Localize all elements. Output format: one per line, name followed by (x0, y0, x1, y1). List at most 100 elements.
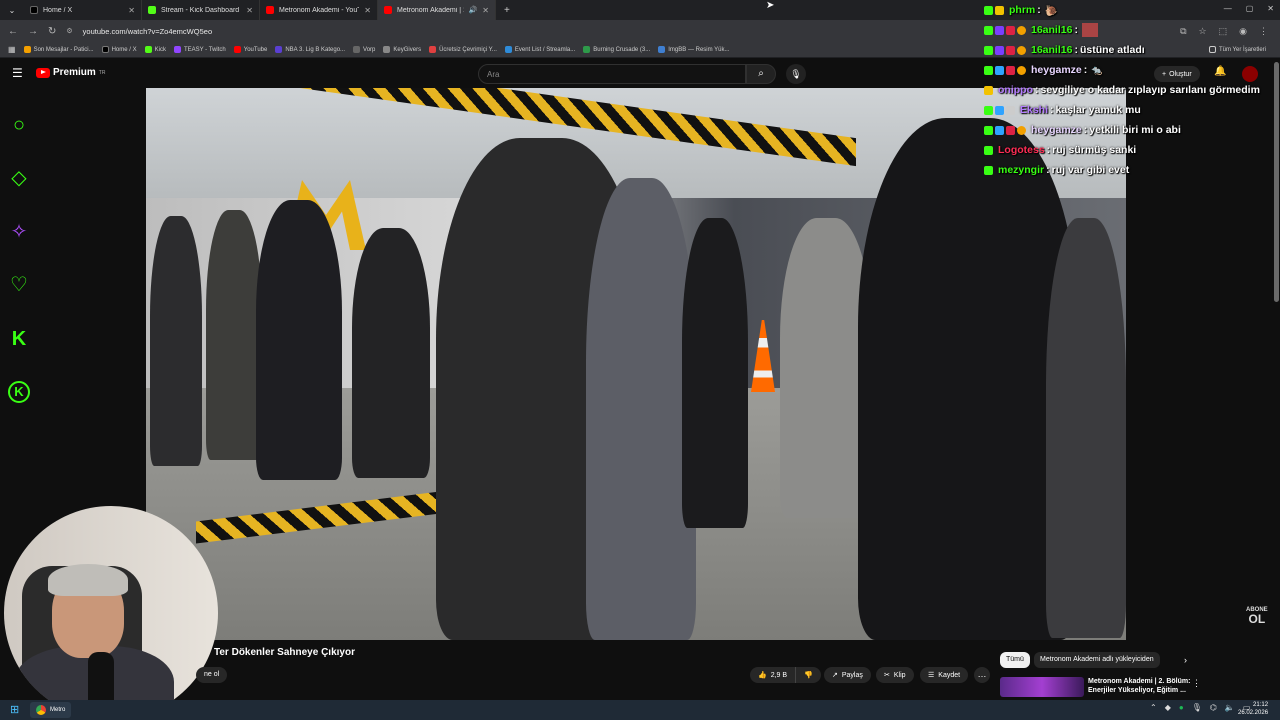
bookmark-favicon-icon (144, 46, 152, 53)
apps-grid-icon[interactable]: ▦ (8, 45, 16, 54)
save-button[interactable]: ☰ Kaydet (920, 667, 969, 683)
coin-badge-icon (1017, 25, 1026, 35)
recommended-video-title[interactable]: Metronom Akademi | 2. Bölüm: Enerjiler Y… (1088, 677, 1192, 695)
profile-icon[interactable]: ◉ (1239, 26, 1247, 37)
scissors-icon: ✂ (884, 672, 890, 679)
chat-colon: : (1046, 144, 1051, 156)
more-actions-icon[interactable]: … (974, 667, 990, 683)
network-icon[interactable]: ⌬ (1210, 703, 1217, 712)
bookmark-favicon-icon (275, 46, 283, 53)
video-person (858, 118, 1078, 640)
close-icon[interactable]: ✕ (246, 6, 253, 15)
chat-username: heygamze (1031, 124, 1082, 136)
bookmark-item[interactable]: Event List / Streamla... (504, 46, 575, 53)
sub-badge-icon (984, 85, 993, 95)
bookmark-favicon-icon (658, 46, 666, 53)
reload-icon[interactable]: ↻ (48, 26, 56, 37)
chat-colon: : (1083, 64, 1088, 76)
bookmark-item[interactable]: NBA 3. Lig B Katego... (275, 46, 345, 53)
clip-button[interactable]: ✂ Klip (876, 667, 914, 683)
subscribe-watermark[interactable]: ABONE OL (1246, 607, 1268, 625)
spotify-icon[interactable]: ● (1179, 703, 1184, 712)
video-player[interactable] (146, 88, 1126, 640)
mic-tray-icon[interactable]: 🎙 (1192, 703, 1202, 712)
bookmark-item[interactable]: Vorp (353, 46, 375, 53)
tray-app-icon[interactable]: ◆ (1165, 703, 1171, 712)
subscribe-button[interactable]: ne ol (196, 667, 228, 683)
page-scrollbar[interactable] (1274, 62, 1279, 302)
chip-uploader[interactable]: Metronom Akademi adlı yükleyiciden (1034, 652, 1160, 668)
bookmark-item[interactable]: Burning Crusade (3... (583, 46, 650, 53)
chevron-right-icon[interactable]: › (1184, 655, 1187, 665)
youtube-premium-logo[interactable]: Premium TR (36, 67, 105, 78)
taskbar-clock[interactable]: 21:12 26.02.2026 (1238, 701, 1268, 717)
bookmark-item[interactable]: ImgBB — Resim Yük... (658, 46, 730, 53)
chip-all[interactable]: Tümü (1000, 652, 1030, 668)
chat-username: onippo (998, 84, 1033, 96)
audio-icon[interactable]: 🔊 (469, 6, 478, 14)
volume-icon[interactable]: 🔈 (1225, 703, 1235, 712)
url-field[interactable]: youtube.com/watch?v=Zo4emcWQ5eo (83, 27, 983, 36)
bookmark-item[interactable]: Home / X (101, 46, 137, 53)
mod-badge-icon (1006, 105, 1015, 115)
bookmark-item[interactable]: KeyGivers (383, 46, 421, 53)
coin-badge-icon (1017, 125, 1026, 135)
recommended-video-thumbnail[interactable] (1000, 677, 1084, 697)
search-input[interactable]: Ara (478, 64, 746, 84)
tab-youtube-video[interactable]: Metronom Akademi | 1. Bö 🔊 ✕ (378, 0, 496, 20)
tray-chevron-icon[interactable]: ⌃ (1150, 703, 1157, 712)
back-icon[interactable]: ← (8, 26, 18, 37)
close-icon[interactable]: ✕ (364, 6, 371, 15)
dislike-button[interactable]: 👎 (795, 667, 821, 683)
diamond-icon: ◇ (11, 167, 27, 189)
bookmark-item[interactable]: Ücretsiz Çevrimiçi Y... (429, 46, 497, 53)
site-info-icon[interactable]: ⚙ (66, 27, 72, 35)
chat-message: phrm: 🐌 (984, 0, 1058, 20)
bookmark-favicon-icon (23, 46, 31, 53)
close-icon[interactable]: ✕ (482, 6, 489, 15)
bookmark-favicon-icon (429, 46, 437, 53)
chat-message: Ekshi: kaşlar yamuk mu (984, 100, 1141, 120)
windows-start-icon[interactable]: ⊞ (10, 703, 19, 716)
tab-search-icon[interactable]: ⌄ (0, 6, 24, 15)
close-icon[interactable]: ✕ (128, 6, 135, 15)
hamburger-menu-icon[interactable]: ☰ (12, 66, 23, 80)
tab-kick-dashboard[interactable]: Stream - Kick Dashboard ✕ (142, 0, 260, 20)
all-bookmarks-button[interactable]: Tüm Yer İşaretleri (1208, 46, 1280, 53)
chrome-icon (36, 705, 46, 715)
minimize-icon[interactable]: — (1224, 4, 1232, 13)
browser-menu-icon[interactable]: ⋮ (1259, 26, 1268, 37)
bookmark-item[interactable]: Kick (144, 46, 166, 53)
chat-colon: : (1074, 44, 1078, 56)
bookmark-item[interactable]: TEASY - Twitch (173, 46, 226, 53)
extensions-icon[interactable]: ⬚ (1219, 26, 1228, 37)
bookmark-favicon-icon (504, 46, 512, 53)
clock-date: 26.02.2026 (1238, 710, 1269, 716)
notifications-bell-icon[interactable]: 🔔 (1214, 66, 1226, 77)
new-tab-button[interactable]: + (496, 5, 510, 16)
share-button[interactable]: ↗ Paylaş (824, 667, 871, 683)
kick-badge-icon (984, 25, 993, 35)
bookmark-star-icon[interactable]: ☆ (1199, 26, 1207, 37)
recommended-more-icon[interactable]: ⋮ (1192, 678, 1201, 689)
rocket-badge-icon (1006, 65, 1015, 75)
like-button[interactable]: 👍 2,9 B (750, 667, 796, 683)
microphone-icon[interactable]: 🎙 (786, 64, 806, 84)
bookmark-item[interactable]: Son Mesajlar - Patici... (23, 46, 94, 53)
taskbar-chrome-app[interactable]: Metro (30, 702, 72, 718)
maximize-icon[interactable]: ▢ (1246, 4, 1254, 13)
windows-taskbar (0, 700, 1280, 720)
circle-icon: ○ (12, 114, 26, 136)
close-window-icon[interactable]: ✕ (1267, 4, 1274, 13)
kick-k-icon: K (11, 328, 27, 350)
tab-home-x[interactable]: Home / X ✕ (24, 0, 142, 20)
tab-youtube-channel[interactable]: Metronom Akademi - YouTube ✕ (260, 0, 378, 20)
chat-username: phrm (1009, 4, 1036, 16)
bookmark-favicon-icon (233, 46, 241, 53)
search-icon[interactable]: ⌕ (746, 64, 776, 84)
emote-icon (1081, 23, 1098, 37)
bookmark-item[interactable]: YouTube (233, 46, 267, 53)
cast-icon[interactable]: ⧉ (1180, 26, 1186, 37)
forward-icon[interactable]: → (28, 26, 38, 37)
streamer-webcam (4, 506, 218, 720)
